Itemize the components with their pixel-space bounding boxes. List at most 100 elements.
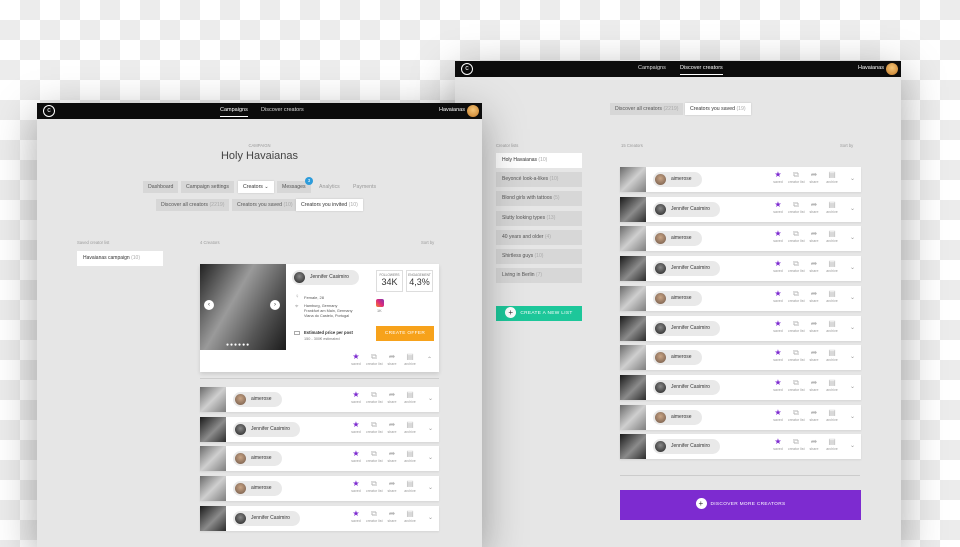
creator-list-action[interactable]: ⧉ creator list [788, 229, 805, 243]
creator-row[interactable]: aimerose ★ saved ⧉ creator list ➦ share ▤ archi… [200, 446, 439, 472]
share-action[interactable]: ➦ share [806, 408, 822, 422]
creator-row[interactable]: aimerose ★ saved ⧉ creator list ➦ share ▤ archi… [620, 285, 861, 311]
creator-list-action[interactable]: ⧉ creator list [366, 509, 383, 523]
creator-row[interactable]: Jennifer Casimiro ★ saved ⧉ creator list ➦ sh… [620, 315, 861, 341]
instagram-icon[interactable] [376, 299, 384, 307]
save-action[interactable]: ★ saved [770, 378, 786, 392]
archive-action[interactable]: ▤ archive [402, 449, 418, 463]
nav-discover-creators[interactable]: Discover creators [261, 107, 304, 113]
creator-list-item[interactable]: Living in Berlin (7) [496, 268, 582, 284]
save-action[interactable]: ★ saved [770, 319, 786, 333]
creator-name-pill[interactable]: aimerose [653, 290, 702, 306]
chevron-down-icon[interactable]: ⌄ [428, 395, 433, 402]
save-action[interactable]: ★ saved [348, 509, 364, 523]
creator-list-item[interactable]: Blond girls with tattoos (5) [496, 191, 582, 207]
creator-name-pill[interactable]: Jennifer Casimiro [653, 379, 720, 395]
save-action[interactable]: ★ saved [770, 408, 786, 422]
creator-list-item[interactable]: Slutty looking types (13) [496, 210, 582, 226]
creator-list-item[interactable]: Shirtless guys (10) [496, 249, 582, 264]
creator-row[interactable]: Jennifer Casimiro ★ saved ⧉ creator list ➦ sh… [200, 416, 439, 442]
subtab-creators-invited[interactable]: Creators you invited (10) [296, 199, 363, 211]
archive-action[interactable]: ▤ archive [824, 408, 840, 422]
creator-list-action[interactable]: ⧉ creator list [788, 348, 805, 362]
share-action[interactable]: ➦ share [806, 348, 822, 362]
creator-list-action[interactable]: ⧉ creator list [788, 289, 805, 303]
share-action[interactable]: ➦ share [806, 437, 822, 451]
create-list-button[interactable]: + CREATE A NEW LIST [496, 306, 582, 321]
archive-action[interactable]: ▤ archive [824, 170, 840, 184]
creator-row[interactable]: aimerose ★ saved ⧉ creator list ➦ share ▤ archi… [620, 226, 861, 252]
save-action[interactable]: ★ saved [770, 289, 786, 303]
creator-list-action[interactable]: ⧉ creator list [788, 319, 805, 333]
tab-discover-all[interactable]: Discover all creators (2219) [610, 103, 684, 115]
creator-row[interactable]: Jennifer Casimiro ★ saved ⧉ creator list ➦ sh… [620, 374, 861, 400]
share-action[interactable]: ➦ share [384, 352, 400, 366]
archive-action[interactable]: ▤ archive [402, 509, 418, 523]
creator-list-action[interactable]: ⧉ creator list [366, 352, 383, 366]
chevron-down-icon[interactable]: ⌄ [850, 442, 855, 449]
creator-list-action[interactable]: ⧉ creator list [366, 479, 383, 493]
creator-name-pill[interactable]: aimerose [653, 231, 702, 247]
photo-pager-dots[interactable]: ●●●●●● [226, 342, 250, 348]
user-name[interactable]: Havaianas [439, 107, 465, 113]
tab-analytics[interactable]: Analytics [319, 184, 340, 190]
creator-list-action[interactable]: ⧉ creator list [366, 390, 383, 404]
logo-icon[interactable]: c [461, 63, 473, 75]
save-action[interactable]: ★ saved [770, 348, 786, 362]
chevron-down-icon[interactable]: ⌄ [850, 175, 855, 182]
creator-row[interactable]: aimerose ★ saved ⧉ creator list ➦ share ▤ archi… [620, 167, 861, 192]
creator-list-action[interactable]: ⧉ creator list [788, 259, 805, 273]
creator-row[interactable]: aimerose ★ saved ⧉ creator list ➦ share ▤ archi… [620, 345, 861, 371]
creator-name-pill[interactable]: aimerose [233, 392, 282, 407]
save-action[interactable]: ★ saved [770, 259, 786, 273]
creator-name-pill[interactable]: Jennifer Casimiro [653, 201, 720, 217]
creator-list-action[interactable]: ⧉ creator list [788, 408, 805, 422]
chevron-down-icon[interactable]: ⌄ [850, 413, 855, 420]
next-photo-icon[interactable]: › [270, 300, 280, 310]
archive-action[interactable]: ▤ archive [824, 319, 840, 333]
creator-list-action[interactable]: ⧉ creator list [788, 378, 805, 392]
discover-more-button[interactable]: + DISCOVER MORE CREATORS [620, 490, 861, 520]
creator-name-pill[interactable]: aimerose [233, 451, 282, 467]
tab-campaign-settings[interactable]: Campaign settings [181, 181, 234, 193]
save-action[interactable]: ★ saved [348, 420, 364, 434]
chevron-down-icon[interactable]: ⌄ [850, 324, 855, 331]
save-action[interactable]: ★ saved [770, 229, 786, 243]
archive-action[interactable]: ▤ archive [824, 348, 840, 362]
nav-discover-creators[interactable]: Discover creators [680, 65, 723, 75]
creator-name-pill[interactable]: Jennifer Casimiro [292, 270, 359, 285]
creator-list-action[interactable]: ⧉ creator list [788, 170, 805, 184]
chevron-down-icon[interactable]: ⌄ [850, 264, 855, 271]
subtab-creators-saved[interactable]: Creators you saved (10) [232, 199, 298, 211]
creator-name-pill[interactable]: aimerose [653, 172, 702, 187]
avatar[interactable] [467, 105, 479, 117]
creator-row[interactable]: aimerose ★ saved ⧉ creator list ➦ share ▤ archi… [200, 387, 439, 412]
share-action[interactable]: ➦ share [384, 449, 400, 463]
creator-name-pill[interactable]: Jennifer Casimiro [653, 261, 720, 277]
creator-list-item[interactable]: Holy Havaianas (10) [496, 153, 582, 168]
tab-creators-saved[interactable]: Creators you saved (19) [685, 103, 751, 115]
archive-action[interactable]: ▤ archive [824, 378, 840, 392]
logo-icon[interactable]: c [43, 105, 55, 117]
creator-row[interactable]: aimerose ★ saved ⧉ creator list ➦ share ▤ archi… [200, 476, 439, 502]
chevron-down-icon[interactable]: ⌄ [850, 234, 855, 241]
creator-row[interactable]: Jennifer Casimiro ★ saved ⧉ creator list ➦ sh… [200, 505, 439, 531]
save-action[interactable]: ★ saved [348, 352, 364, 366]
user-name[interactable]: Havaianas [858, 65, 884, 71]
sort-by[interactable]: Sort by [840, 143, 853, 148]
creator-list-action[interactable]: ⧉ creator list [366, 420, 383, 434]
creator-row[interactable]: Jennifer Casimiro ★ saved ⧉ creator list ➦ sh… [620, 434, 861, 460]
creator-name-pill[interactable]: aimerose [653, 409, 702, 425]
sort-by[interactable]: Sort by [421, 240, 434, 245]
creator-list-action[interactable]: ⧉ creator list [366, 449, 383, 463]
save-action[interactable]: ★ saved [348, 449, 364, 463]
tab-payments[interactable]: Payments [353, 184, 376, 190]
chevron-down-icon[interactable]: ⌄ [850, 205, 855, 212]
chevron-up-icon[interactable]: ⌃ [427, 356, 432, 363]
creator-row[interactable]: aimerose ★ saved ⧉ creator list ➦ share ▤ archi… [620, 404, 861, 430]
share-action[interactable]: ➦ share [806, 289, 822, 303]
creator-name-pill[interactable]: Jennifer Casimiro [653, 439, 720, 455]
share-action[interactable]: ➦ share [806, 319, 822, 333]
chevron-down-icon[interactable]: ⌄ [428, 425, 433, 432]
saved-list-item[interactable]: Havaianas campaign (10) [77, 251, 163, 266]
